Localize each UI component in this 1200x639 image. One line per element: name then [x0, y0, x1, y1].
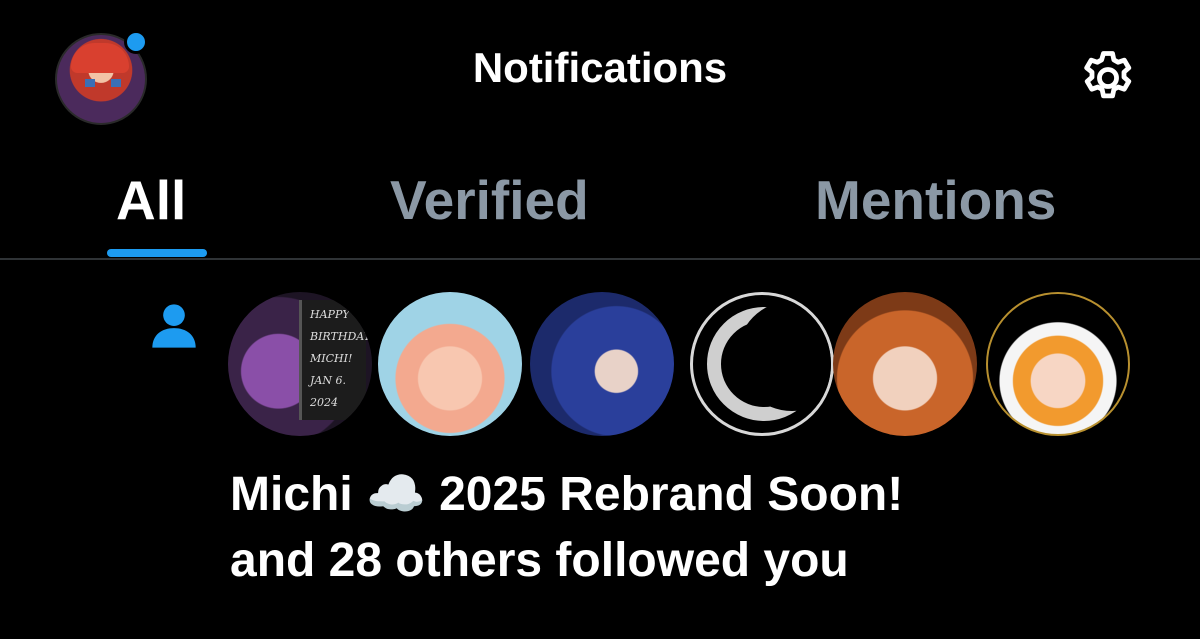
- person-icon: [152, 304, 196, 348]
- follower-avatar[interactable]: [833, 292, 977, 436]
- notification-text[interactable]: Michi ☁️ 2025 Rebrand Soon! and 28 other…: [230, 462, 1170, 594]
- follower-avatar[interactable]: [690, 292, 834, 436]
- follower-avatar[interactable]: [378, 292, 522, 436]
- active-tab-indicator: [107, 249, 207, 257]
- tab-bar: All Verified Mentions: [0, 150, 1200, 258]
- birthday-card: HAPPY BIRTHDAY MICHI! JAN 6. 2024: [299, 300, 372, 420]
- top-bar: Notifications: [0, 0, 1200, 150]
- tab-verified[interactable]: Verified: [390, 168, 589, 232]
- notification-line-1: Michi ☁️ 2025 Rebrand Soon!: [230, 468, 904, 521]
- notification-line-2: and 28 others followed you: [230, 534, 849, 587]
- birthday-card-line: HAPPY: [310, 308, 350, 321]
- birthday-card-line: 2024: [310, 396, 338, 409]
- follower-avatars: HAPPY BIRTHDAY MICHI! JAN 6. 2024: [228, 292, 1188, 442]
- tab-all[interactable]: All: [116, 168, 186, 232]
- birthday-card-line: BIRTHDAY: [310, 330, 372, 343]
- birthday-card-line: JAN 6.: [310, 374, 346, 387]
- tab-mentions[interactable]: Mentions: [815, 168, 1056, 232]
- birthday-card-line: MICHI!: [310, 352, 353, 365]
- follower-avatar[interactable]: [530, 292, 674, 436]
- page-title: Notifications: [472, 44, 728, 91]
- follower-avatar[interactable]: HAPPY BIRTHDAY MICHI! JAN 6. 2024: [228, 292, 372, 436]
- divider: [0, 258, 1200, 260]
- gear-icon[interactable]: [1076, 46, 1140, 110]
- follower-avatar[interactable]: [986, 292, 1130, 436]
